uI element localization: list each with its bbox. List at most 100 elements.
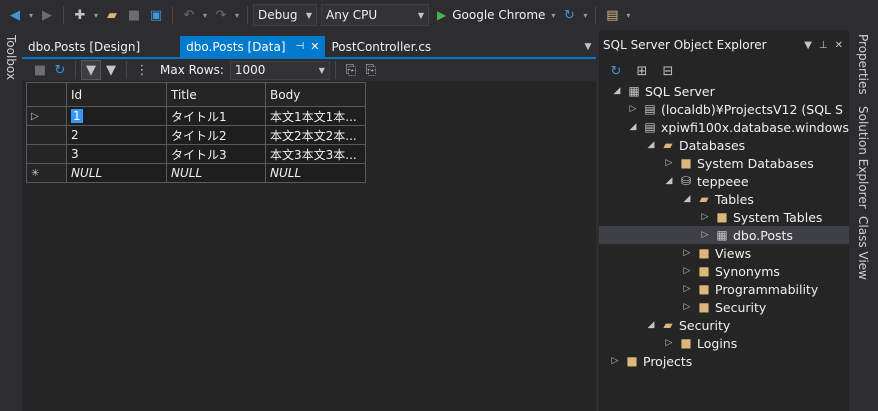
refresh-icon[interactable]: ↻ [50,60,70,80]
tab-posts-data[interactable]: dbo.Posts [Data] ⊣ ✕ [180,36,326,57]
grid-cell[interactable]: 本文1本文1本... [265,106,366,126]
browser-link-icon[interactable]: ▤ [601,4,623,26]
collapsed-arrow-icon[interactable]: ▷ [625,104,641,114]
tree-node-logins[interactable]: ▷ ■ Logins [599,334,849,352]
tree-node-sql-server[interactable]: ◢ ▦ SQL Server [599,82,849,100]
add-sql-server-icon[interactable]: ⊞ [631,60,653,82]
run-button[interactable]: ▶ Google Chrome [437,8,545,22]
collapsed-arrow-icon[interactable]: ▷ [679,266,695,276]
expanded-arrow-icon[interactable]: ◢ [679,194,695,204]
collapsed-arrow-icon[interactable]: ▷ [607,356,623,366]
grid-cell[interactable]: NULL [66,163,167,183]
undo-dropdown-icon[interactable]: ▾ [200,11,210,20]
run-target-dropdown-icon[interactable]: ▾ [548,11,558,20]
tree-node-tables[interactable]: ◢ ▰ Tables [599,190,849,208]
max-rows-select[interactable]: 1000 ▼ [229,60,330,80]
platform-select[interactable]: Any CPU ▼ [321,4,429,26]
tree-node-synonyms[interactable]: ▷ ■ Synonyms [599,262,849,280]
tab-posts-design[interactable]: dbo.Posts [Design] [22,36,146,57]
row-header[interactable] [26,144,67,164]
grid-cell[interactable]: 本文2本文2本... [265,125,366,145]
tree-node-security-db[interactable]: ▷ ■ Security [599,298,849,316]
window-position-icon[interactable]: ▼ [804,40,812,51]
tab-list-dropdown-icon[interactable]: ▼ [580,36,596,57]
grid-cell[interactable]: 2 [66,125,167,145]
grid-cell[interactable]: 1 [66,106,167,126]
expanded-arrow-icon[interactable]: ◢ [643,140,659,150]
collapsed-arrow-icon[interactable]: ▷ [679,284,695,294]
pin-icon[interactable]: ⊥ [819,40,828,51]
grid-cell[interactable]: 3 [66,144,167,164]
database-icon: ⛁ [680,174,692,188]
script-icon[interactable]: ⋮ [132,60,152,80]
new-row-icon[interactable]: ✳ [26,163,67,183]
back-dropdown-icon[interactable]: ▾ [26,11,36,20]
save-icon[interactable]: ■ [123,4,145,26]
forward-icon[interactable]: ▶ [36,4,58,26]
grid-cell[interactable]: タイトル3 [166,144,266,164]
back-icon[interactable]: ◀ [4,4,26,26]
filter-icon[interactable]: ▼ [101,60,121,80]
collapsed-arrow-icon[interactable]: ▷ [679,248,695,258]
class-view-tab[interactable]: Class View [856,216,870,280]
redo-dropdown-icon[interactable]: ▾ [232,11,242,20]
script-to-window-icon[interactable]: ⎘ [361,60,381,80]
tree-node-views[interactable]: ▷ ■ Views [599,244,849,262]
expanded-arrow-icon[interactable]: ◢ [661,176,677,186]
grid-cell[interactable]: タイトル2 [166,125,266,145]
new-project-dropdown-icon[interactable]: ▾ [91,11,101,20]
tree-node-databases[interactable]: ◢ ▰ Databases [599,136,849,154]
refresh-dropdown-icon[interactable]: ▾ [580,11,590,20]
new-project-icon[interactable]: ✚ [69,4,91,26]
column-header-id[interactable]: Id [66,82,167,107]
tree-node-programmability[interactable]: ▷ ■ Programmability [599,280,849,298]
tree-node-localdb[interactable]: ▷ ▤ (localdb)¥ProjectsV12 (SQL S [599,100,849,118]
tree-node-system-tables[interactable]: ▷ ■ System Tables [599,208,849,226]
toolbox-tab[interactable]: Toolbox [4,35,18,80]
collapsed-arrow-icon[interactable]: ▷ [661,158,677,168]
grid-cell[interactable]: 本文3本文3本... [265,144,366,164]
tab-postcontroller[interactable]: PostController.cs [325,36,437,57]
collapsed-arrow-icon[interactable]: ▷ [661,338,677,348]
collapsed-arrow-icon[interactable]: ▷ [679,302,695,312]
column-header-title[interactable]: Title [166,82,266,107]
expanded-arrow-icon[interactable]: ◢ [609,86,625,96]
stop-icon[interactable]: ■ [30,60,50,80]
tree-node-system-databases[interactable]: ▷ ■ System Databases [599,154,849,172]
undo-icon[interactable]: ↶ [178,4,200,26]
tree-node-azure-server[interactable]: ◢ ▤ xpiwfi100x.database.windows [599,118,849,136]
toolbar-overflow-icon[interactable]: ▾ [623,11,633,20]
save-all-icon[interactable]: ▣ [145,4,167,26]
column-header-body[interactable]: Body [265,82,366,107]
solution-explorer-tab[interactable]: Solution Explorer [856,106,870,209]
close-icon[interactable]: ✕ [310,40,319,53]
filter-sort-icon[interactable]: ▼ [81,60,101,80]
grid-cell[interactable]: タイトル1 [166,106,266,126]
expanded-arrow-icon[interactable]: ◢ [625,122,641,132]
tree-node-dbo-posts[interactable]: ▷ ▦ dbo.Posts [599,226,849,244]
collapsed-arrow-icon[interactable]: ▷ [697,230,713,240]
corner-cell[interactable] [26,82,67,107]
node-label: Security [715,299,767,315]
open-folder-icon[interactable]: ▰ [101,4,123,26]
current-row-icon[interactable]: ▷ [26,106,67,126]
tree-node-security-server[interactable]: ◢ ▰ Security [599,316,849,334]
show-all-icon[interactable]: ⊟ [657,60,679,82]
tree-node-projects[interactable]: ▷ ■ Projects [599,352,849,370]
separator [75,61,76,79]
configuration-select[interactable]: Debug ▼ [253,4,317,26]
properties-tab[interactable]: Properties [856,34,870,95]
right-dock-strip: Properties Solution Explorer Class View [849,30,878,411]
pin-icon[interactable]: ⊣ [296,41,305,52]
grid-cell[interactable]: NULL [265,163,366,183]
collapsed-arrow-icon[interactable]: ▷ [697,212,713,222]
refresh-icon[interactable]: ↻ [605,60,627,82]
expanded-arrow-icon[interactable]: ◢ [643,320,659,330]
refresh-browser-icon[interactable]: ↻ [558,4,580,26]
redo-icon[interactable]: ↷ [210,4,232,26]
script-to-file-icon[interactable]: ⎘ [341,60,361,80]
row-header[interactable] [26,125,67,145]
close-icon[interactable]: ✕ [835,40,843,51]
grid-cell[interactable]: NULL [166,163,266,183]
tree-node-teppeee[interactable]: ◢ ⛁ teppeee [599,172,849,190]
